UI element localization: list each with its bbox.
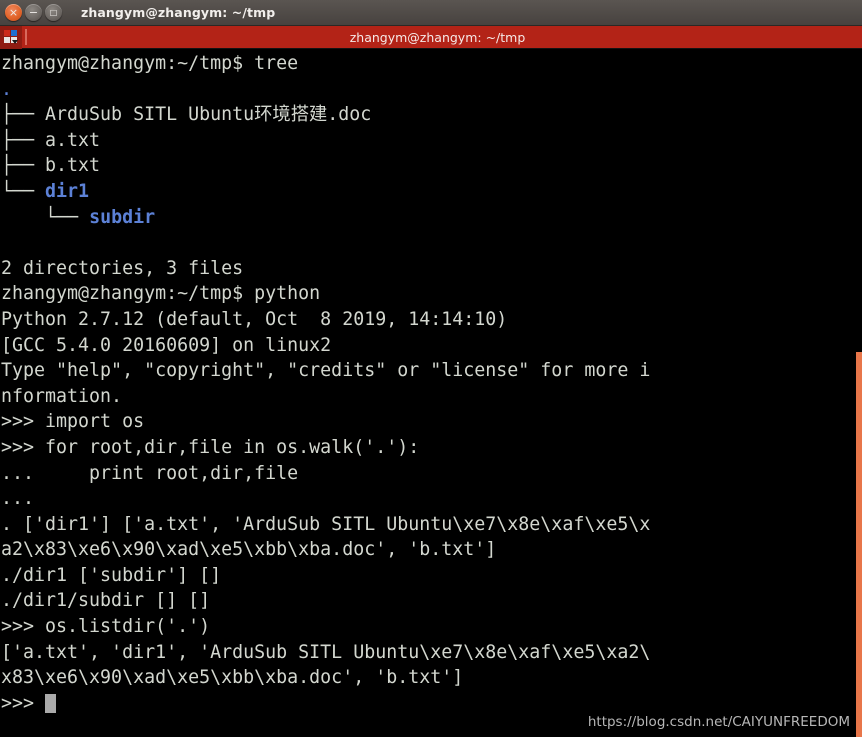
terminal-text: [GCC 5.4.0 20160609] on linux2	[1, 334, 332, 356]
terminal-text: >>> import os	[1, 411, 145, 433]
tree-root-dot: .	[1, 78, 13, 100]
terminal-text: ... print root,dir,file	[1, 462, 299, 484]
terminal-text: ├── ArduSub SITL Ubuntu环境搭建.doc	[1, 104, 372, 126]
terminal-line-blank-1	[1, 230, 862, 256]
terminal-text: ./dir1 ['subdir'] []	[1, 564, 222, 586]
terminal-line-py-for-walk: >>> for root,dir,file in os.walk('.'):	[1, 435, 862, 461]
terminal-line-py-cont-blank: ...	[1, 486, 862, 512]
terminal-line-py-import-os: >>> import os	[1, 409, 862, 435]
terminal-text: a2\x83\xe6\x90\xad\xe5\xbb\xba.doc', 'b.…	[1, 539, 497, 561]
terminal-line-walk-out-1a: . ['dir1'] ['a.txt', 'ArduSub SITL Ubunt…	[1, 512, 862, 538]
terminal-line-py-banner-3: Type "help", "copyright", "credits" or "…	[1, 358, 862, 384]
terminal-line-tree-file-a: ├── a.txt	[1, 128, 862, 154]
terminal-text: zhangym@zhangym:~/tmp$ tree	[1, 53, 299, 74]
terminal-window: × − □ zhangym@zhangym: ~/tmp zhangym@zha…	[0, 0, 862, 737]
terminal-text: Type "help", "copyright", "credits" or "…	[1, 360, 651, 382]
tree-branch-glyph: └──	[1, 206, 90, 228]
watermark-text: https://blog.csdn.net/CAIYUNFREEDOM	[587, 714, 850, 730]
terminal-line-tree-file-b: ├── b.txt	[1, 153, 862, 179]
terminal-line-py-final-prompt: >>>	[1, 691, 862, 717]
terminal-line-py-print: ... print root,dir,file	[1, 461, 862, 487]
terminal-line-listdir-out-b: x83\xe6\x90\xad\xe5\xbb\xba.doc', 'b.txt…	[1, 665, 862, 691]
tab-grid-square-2	[10, 29, 17, 36]
terminal-line-cmd-tree: zhangym@zhangym:~/tmp$ tree	[1, 51, 862, 77]
terminal-line-walk-out-3: ./dir1/subdir [] []	[1, 588, 862, 614]
terminal-line-tree-root: .	[1, 77, 862, 103]
terminal-text: >>>	[1, 692, 46, 714]
tab-grid-square-3	[3, 36, 10, 43]
tree-branch-glyph: └──	[1, 180, 46, 202]
terminal-text: ...	[1, 488, 46, 510]
terminal-cursor	[45, 693, 57, 713]
terminal-line-tree-summary: 2 directories, 3 files	[1, 256, 862, 282]
directory-name: dir1	[45, 180, 90, 202]
terminal-text: 2 directories, 3 files	[1, 257, 244, 279]
window-title: zhangym@zhangym: ~/tmp	[81, 5, 276, 20]
tab-grid-icon	[3, 29, 19, 45]
scrollbar-track[interactable]	[856, 49, 862, 737]
close-button[interactable]: ×	[5, 4, 22, 21]
terminal-line-py-banner-2: [GCC 5.4.0 20160609] on linux2	[1, 333, 862, 359]
close-icon: ×	[8, 6, 19, 19]
terminal-line-tree-file-doc: ├── ArduSub SITL Ubuntu环境搭建.doc	[1, 102, 862, 128]
window-titlebar: × − □ zhangym@zhangym: ~/tmp	[0, 0, 862, 26]
minimize-button[interactable]: −	[25, 4, 42, 21]
terminal-line-py-banner-4: nformation.	[1, 384, 862, 410]
terminal-text: nformation.	[1, 385, 123, 407]
terminal-line-walk-out-2: ./dir1 ['subdir'] []	[1, 563, 862, 589]
terminal-line-tree-dir-dir1: └── dir1	[1, 179, 862, 205]
tab-bar: zhangym@zhangym: ~/tmp	[0, 25, 862, 49]
terminal-line-listdir-out-a: ['a.txt', 'dir1', 'ArduSub SITL Ubuntu\x…	[1, 640, 862, 666]
terminal-line-cmd-python: zhangym@zhangym:~/tmp$ python	[1, 281, 862, 307]
terminal-text: ├── a.txt	[1, 129, 101, 151]
terminal-line-py-listdir: >>> os.listdir('.')	[1, 614, 862, 640]
minimize-icon: −	[28, 6, 39, 19]
terminal-content-area[interactable]: zhangym@zhangym:~/tmp$ tree. ├── ArduSub …	[0, 49, 862, 737]
terminal-text: >>> for root,dir,file in os.walk('.'):	[1, 436, 420, 458]
terminal-screen: zhangym@zhangym:~/tmp$ tree. ├── ArduSub …	[1, 51, 862, 716]
terminal-text: >>> os.listdir('.')	[1, 616, 211, 638]
terminal-line-walk-out-1b: a2\x83\xe6\x90\xad\xe5\xbb\xba.doc', 'b.…	[1, 537, 862, 563]
terminal-text: x83\xe6\x90\xad\xe5\xbb\xba.doc', 'b.txt…	[1, 667, 464, 689]
terminal-text: ['a.txt', 'dir1', 'ArduSub SITL Ubuntu\x…	[1, 641, 651, 663]
terminal-line-tree-dir-subdir: └── subdir	[1, 205, 862, 231]
terminal-text: ├── b.txt	[1, 155, 101, 177]
terminal-text: ./dir1/subdir [] []	[1, 590, 211, 612]
maximize-button[interactable]: □	[45, 4, 62, 21]
terminal-text: zhangym@zhangym:~/tmp$ python	[1, 283, 321, 305]
tab-grid-square-1	[3, 29, 10, 36]
chevron-down-icon	[11, 39, 18, 44]
tab-active-label[interactable]: zhangym@zhangym: ~/tmp	[27, 30, 862, 45]
directory-name: subdir	[89, 206, 156, 228]
terminal-line-py-banner-1: Python 2.7.12 (default, Oct 8 2019, 14:1…	[1, 307, 862, 333]
scrollbar-thumb[interactable]	[856, 352, 862, 737]
tab-list-button[interactable]	[0, 25, 22, 49]
terminal-text: Python 2.7.12 (default, Oct 8 2019, 14:1…	[1, 308, 508, 330]
maximize-icon: □	[49, 8, 58, 17]
terminal-text: . ['dir1'] ['a.txt', 'ArduSub SITL Ubunt…	[1, 513, 651, 535]
